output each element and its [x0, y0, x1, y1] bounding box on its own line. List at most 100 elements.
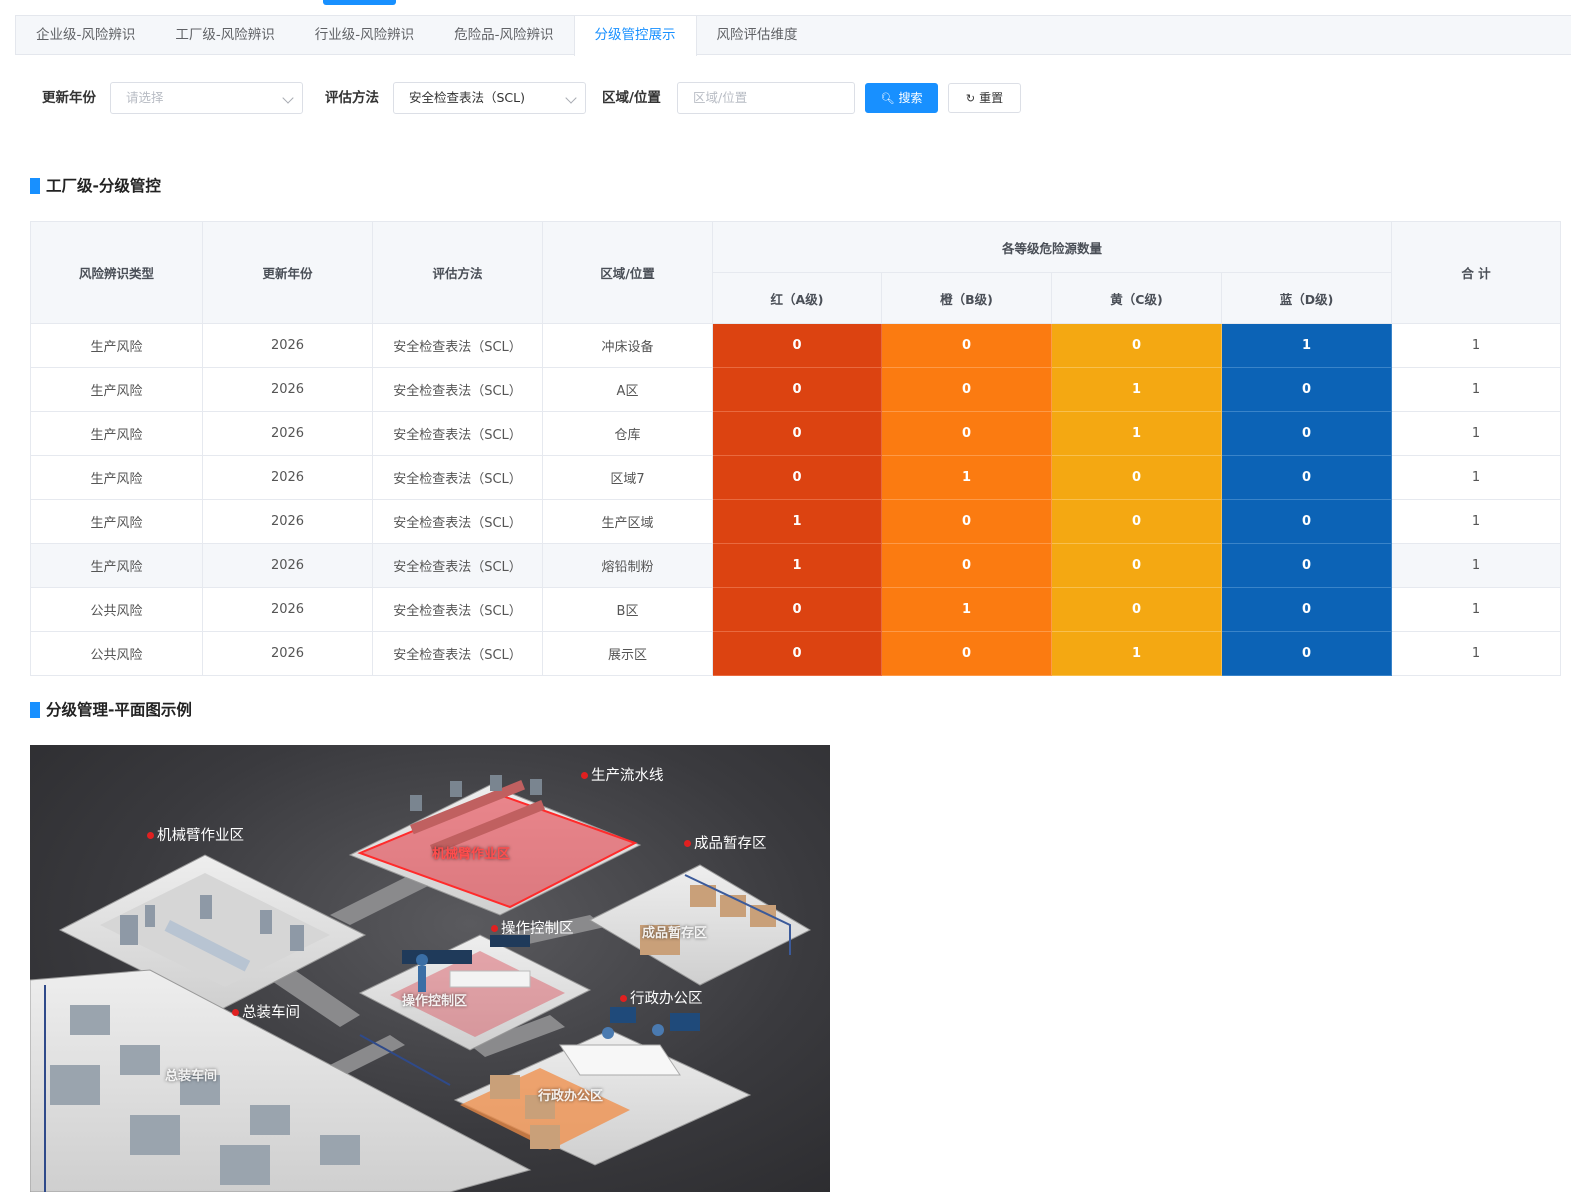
cell-orange: 0	[881, 411, 1052, 456]
year-select[interactable]: 请选择	[110, 82, 303, 114]
cell-blue: 0	[1220, 455, 1393, 500]
chevron-down-icon	[282, 92, 294, 104]
method-select[interactable]: 安全检查表法（SCL)	[393, 82, 586, 114]
cell-year: 2026	[202, 411, 373, 456]
zone-label-admin: 行政办公区	[538, 1089, 604, 1104]
cell-total: 1	[1391, 587, 1562, 632]
cell-total: 1	[1391, 631, 1562, 676]
cell-yellow: 0	[1051, 323, 1222, 368]
area-label: 区域/位置	[602, 90, 661, 106]
table-row: 生产风险 2026 安全检查表法（SCL） 熔铅制粉 1 0 0 0 1	[30, 543, 1562, 588]
section-title-floor-plan: 分级管理-平面图示例	[30, 701, 192, 719]
search-button-label: 搜索	[898, 91, 923, 105]
cell-method: 安全检查表法（SCL）	[372, 411, 543, 456]
header-level-group: 各等级危险源数量	[711, 221, 1393, 273]
search-icon: 🔍︎	[880, 92, 895, 105]
marker-dot	[581, 771, 588, 779]
zone-label-control: 操作控制区	[402, 994, 468, 1009]
tab-risk-dimension[interactable]: 风险评估维度	[697, 16, 818, 55]
table-row: 生产风险 2026 安全检查表法（SCL） 仓库 0 0 1 0 1	[30, 411, 1562, 456]
marker-dot	[232, 1008, 239, 1016]
cell-year: 2026	[202, 367, 373, 412]
cell-type: 公共风险	[30, 631, 203, 676]
label-admin-office: 行政办公区	[620, 987, 703, 1008]
cell-area: 熔铅制粉	[542, 543, 713, 588]
risk-level-table: 风险辨识类型 更新年份 评估方法 区域/位置 各等级危险源数量 合 计 红（A级…	[30, 221, 1562, 676]
cell-orange: 0	[881, 543, 1052, 588]
cell-blue: 0	[1220, 543, 1393, 588]
header-total: 合 计	[1391, 221, 1562, 324]
header-blue: 蓝（D级)	[1220, 272, 1393, 324]
cell-area: A区	[542, 367, 713, 412]
reset-button[interactable]: ↻ 重置	[948, 83, 1021, 113]
cell-type: 生产风险	[30, 411, 203, 456]
header-year: 更新年份	[202, 221, 373, 324]
cell-type: 生产风险	[30, 543, 203, 588]
header-area: 区域/位置	[542, 221, 713, 324]
cell-yellow: 0	[1051, 499, 1222, 544]
cell-type: 生产风险	[30, 367, 203, 412]
header-method: 评估方法	[372, 221, 543, 324]
active-indicator	[323, 0, 396, 5]
label-assembly-workshop: 总装车间	[232, 1001, 300, 1022]
method-label: 评估方法	[325, 90, 379, 106]
table-row: 生产风险 2026 安全检查表法（SCL） 冲床设备 0 0 0 1 1	[30, 323, 1562, 368]
cell-method: 安全检查表法（SCL）	[372, 499, 543, 544]
tab-enterprise-risk[interactable]: 企业级-风险辨识	[16, 16, 155, 55]
cell-yellow: 1	[1051, 367, 1222, 412]
cell-area: 仓库	[542, 411, 713, 456]
year-label: 更新年份	[42, 90, 96, 106]
cell-total: 1	[1391, 323, 1562, 368]
cell-red: 0	[712, 587, 882, 632]
cell-method: 安全检查表法（SCL）	[372, 367, 543, 412]
cell-red: 0	[712, 367, 882, 412]
label-production-line: 生产流水线	[581, 764, 664, 785]
cell-year: 2026	[202, 455, 373, 500]
cell-yellow: 0	[1051, 587, 1222, 632]
cell-orange: 1	[881, 587, 1052, 632]
tab-industry-risk[interactable]: 行业级-风险辨识	[295, 16, 434, 55]
cell-type: 生产风险	[30, 455, 203, 500]
chevron-down-icon	[565, 92, 577, 104]
cell-blue: 0	[1220, 499, 1393, 544]
cell-area: 生产区域	[542, 499, 713, 544]
cell-yellow: 0	[1051, 455, 1222, 500]
cell-method: 安全检查表法（SCL）	[372, 543, 543, 588]
tab-factory-risk[interactable]: 工厂级-风险辨识	[155, 16, 294, 55]
cell-blue: 0	[1220, 587, 1393, 632]
cell-orange: 0	[881, 631, 1052, 676]
cell-yellow: 1	[1051, 411, 1222, 456]
cell-red: 1	[712, 499, 882, 544]
area-input[interactable]: 区域/位置	[677, 82, 855, 114]
cell-orange: 1	[881, 455, 1052, 500]
refresh-icon: ↻	[965, 92, 976, 105]
search-button[interactable]: 🔍︎ 搜索	[865, 83, 938, 113]
filter-bar: 更新年份 请选择 评估方法 安全检查表法（SCL) 区域/位置 区域/位置 🔍︎…	[0, 82, 1100, 114]
cell-method: 安全检查表法（SCL）	[372, 455, 543, 500]
year-placeholder: 请选择	[126, 90, 164, 105]
cell-yellow: 1	[1051, 631, 1222, 676]
cell-area: B区	[542, 587, 713, 632]
cell-yellow: 0	[1051, 543, 1222, 588]
tab-graded-control[interactable]: 分级管控展示	[573, 16, 697, 56]
cell-total: 1	[1391, 455, 1562, 500]
cell-total: 1	[1391, 411, 1562, 456]
header-red: 红（A级)	[712, 272, 882, 324]
cell-red: 0	[712, 411, 882, 456]
cell-total: 1	[1391, 367, 1562, 412]
tab-hazmat-risk[interactable]: 危险品-风险辨识	[434, 16, 573, 55]
table-row: 生产风险 2026 安全检查表法（SCL） A区 0 0 1 0 1	[30, 367, 1562, 412]
method-value: 安全检查表法（SCL)	[409, 90, 526, 105]
cell-blue: 0	[1220, 411, 1393, 456]
cell-method: 安全检查表法（SCL）	[372, 631, 543, 676]
cell-year: 2026	[202, 499, 373, 544]
cell-red: 0	[712, 455, 882, 500]
cell-method: 安全检查表法（SCL）	[372, 587, 543, 632]
marker-dot	[491, 924, 498, 932]
cell-red: 1	[712, 543, 882, 588]
marker-dot	[147, 831, 154, 839]
reset-button-label: 重置	[979, 91, 1004, 105]
header-orange: 橙（B级)	[881, 272, 1052, 324]
label-finished-storage: 成品暂存区	[684, 832, 767, 853]
section-title-factory-control: 工厂级-分级管控	[30, 177, 161, 195]
